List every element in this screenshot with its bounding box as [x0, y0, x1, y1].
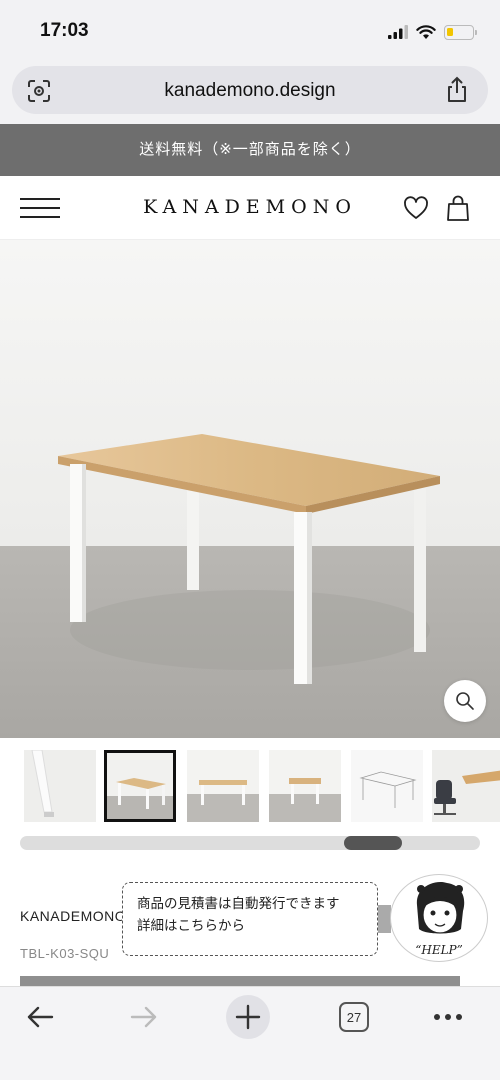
browser-toolbar: 27 — [0, 986, 500, 1080]
battery-icon — [444, 24, 477, 40]
thumbnail[interactable] — [24, 750, 96, 822]
share-icon[interactable] — [444, 76, 470, 104]
product-title-clipped — [20, 972, 480, 986]
thumbnail[interactable] — [187, 750, 259, 822]
thumbnail[interactable] — [269, 750, 341, 822]
url-domain[interactable]: kanademono.design — [12, 80, 488, 102]
shopping-bag-icon[interactable] — [444, 194, 472, 222]
status-icons — [388, 22, 477, 42]
zoom-button[interactable] — [444, 680, 486, 722]
help-line-2: 詳細はこちらから — [137, 918, 245, 933]
free-shipping-banner: 送料無料（※一部商品を除く） — [0, 124, 500, 176]
site-header: KANADEMONO — [0, 176, 500, 240]
help-label: “HELP” — [415, 943, 463, 957]
cellular-signal-icon — [388, 25, 408, 39]
status-bar: 17:03 — [0, 0, 500, 62]
forward-arrow-icon — [130, 1006, 157, 1028]
thumbnail[interactable] — [104, 750, 176, 822]
address-bar[interactable]: kanademono.design — [12, 66, 488, 114]
status-time: 17:03 — [40, 20, 89, 41]
heart-icon[interactable] — [402, 194, 430, 222]
thumbnail[interactable] — [351, 750, 423, 822]
new-tab-button[interactable] — [226, 995, 270, 1039]
browser-address-area: kanademono.design — [0, 62, 500, 124]
help-line-1: 商品の見積書は自動発行できます — [137, 896, 340, 911]
scrollbar-thumb[interactable] — [344, 836, 402, 850]
thumbnail-strip — [24, 750, 500, 824]
product-sku: TBL-K03-SQU — [20, 946, 110, 961]
product-main-image[interactable] — [0, 240, 500, 738]
more-button[interactable] — [426, 995, 470, 1039]
desk-photo — [0, 240, 500, 738]
tabs-button[interactable]: 27 — [332, 995, 376, 1039]
thumbnail-scrollbar[interactable] — [20, 836, 480, 850]
magnifier-icon — [456, 692, 474, 710]
more-icon — [434, 1014, 462, 1020]
thumbnail[interactable] — [432, 750, 500, 822]
forward-button[interactable] — [122, 995, 166, 1039]
help-avatar-button[interactable]: “HELP” — [390, 874, 488, 962]
wifi-icon — [416, 24, 436, 39]
help-quote-bubble[interactable]: 商品の見積書は自動発行できます 詳細はこちらから — [122, 882, 378, 956]
new-tab-plus-icon — [226, 995, 270, 1039]
product-brand[interactable]: KANADEMONO — [20, 908, 126, 924]
tabs-icon: 27 — [339, 1002, 369, 1032]
back-arrow-icon — [27, 1006, 54, 1028]
back-button[interactable] — [18, 995, 62, 1039]
